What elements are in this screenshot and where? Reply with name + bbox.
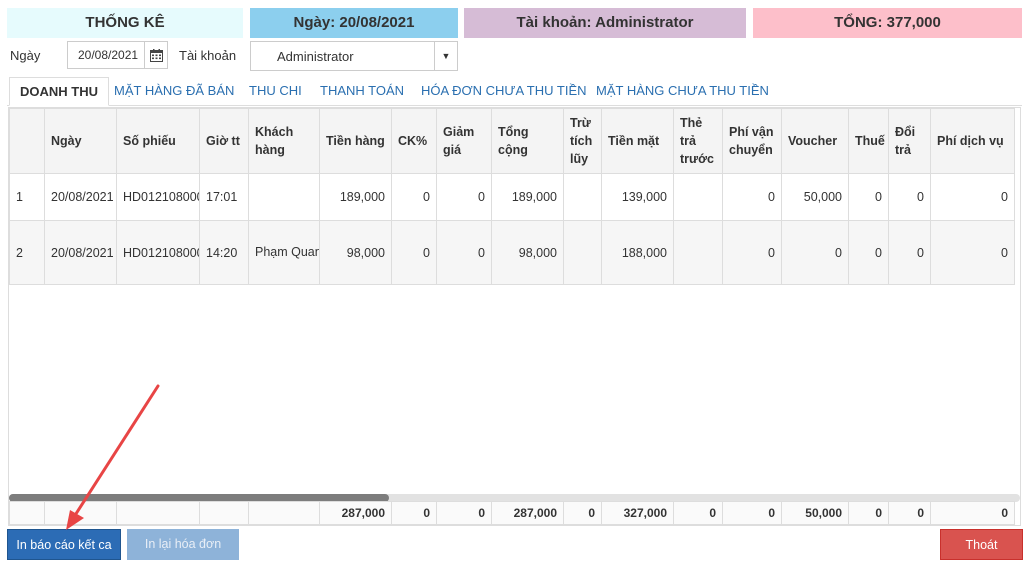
total-shipping-fee: 0 — [722, 501, 782, 525]
cell-index: 2 — [9, 220, 45, 285]
tab-mat-hang-chua-thu-tien[interactable]: MẶT HÀNG CHƯA THU TIỀN — [596, 77, 769, 105]
total-cell-date — [44, 501, 117, 525]
total-prepaid-card: 0 — [673, 501, 723, 525]
cell-date: 20/08/2021 — [44, 220, 117, 285]
cell-returns: 0 — [888, 220, 931, 285]
cell-tax: 0 — [848, 173, 889, 221]
cell-goods-amount: 189,000 — [319, 173, 392, 221]
total-points-deduct: 0 — [563, 501, 602, 525]
cell-date: 20/08/2021 — [44, 173, 117, 221]
revenue-table: Ngày Số phiếu Giờ tt Khách hàng Tiền hàn… — [9, 108, 1015, 285]
date-field[interactable]: 20/08/2021 — [67, 41, 168, 69]
column-header-index[interactable] — [9, 108, 45, 174]
cell-discount: 0 — [436, 173, 492, 221]
column-header-date[interactable]: Ngày — [44, 108, 117, 174]
title-banner: THỐNG KÊ — [7, 8, 243, 38]
cell-shipping-fee: 0 — [722, 220, 782, 285]
column-header-customer[interactable]: Khách hàng — [248, 108, 320, 174]
table-row[interactable]: 1 20/08/2021 HD012108000 17:01 189,000 0… — [9, 173, 1015, 221]
column-header-goods-amount[interactable]: Tiền hàng — [319, 108, 392, 174]
totals-row: 287,000 0 0 287,000 0 327,000 0 0 50,000… — [9, 501, 1015, 525]
tab-thanh-toan[interactable]: THANH TOÁN — [320, 77, 404, 105]
total-discount: 0 — [436, 501, 492, 525]
table-row[interactable]: 2 20/08/2021 HD012108000 14:20 Phạm Quan… — [9, 220, 1015, 285]
cell-total: 189,000 — [491, 173, 564, 221]
cell-customer: Phạm Quang Minh — [248, 220, 320, 285]
column-header-points-deduct[interactable]: Trừ tích lũy — [563, 108, 602, 174]
cell-invoice-no: HD012108000 — [116, 173, 200, 221]
column-header-prepaid-card[interactable]: Thẻ trả trước — [673, 108, 723, 174]
tab-thu-chi[interactable]: THU CHI — [249, 77, 302, 105]
cell-pay-time: 14:20 — [199, 220, 249, 285]
caret-down-icon[interactable]: ▼ — [434, 42, 457, 70]
column-header-discount-percent[interactable]: CK% — [391, 108, 437, 174]
account-banner: Tài khoản: Administrator — [464, 8, 746, 38]
cell-cash: 188,000 — [601, 220, 674, 285]
total-cell-index — [9, 501, 45, 525]
total-returns: 0 — [888, 501, 931, 525]
date-value: 20/08/2021 — [78, 48, 139, 62]
cell-discount: 0 — [436, 220, 492, 285]
total-cell-pay-time — [199, 501, 249, 525]
cell-service-fee: 0 — [930, 220, 1015, 285]
account-select[interactable]: Administrator ▼ — [250, 41, 458, 71]
date-label: Ngày — [10, 48, 41, 63]
cell-customer — [248, 173, 320, 221]
tab-mat-hang-da-ban[interactable]: MẶT HÀNG ĐÃ BÁN — [114, 77, 234, 105]
report-tabs: DOANH THU MẶT HÀNG ĐÃ BÁN THU CHI THANH … — [7, 77, 1022, 106]
cell-points-deduct — [563, 173, 602, 221]
date-banner: Ngày: 20/08/2021 — [250, 8, 458, 38]
cell-shipping-fee: 0 — [722, 173, 782, 221]
cell-discount-percent: 0 — [391, 220, 437, 285]
total-goods-amount: 287,000 — [319, 501, 392, 525]
tab-hoa-don-chua-thu-tien[interactable]: HÓA ĐƠN CHƯA THU TIỀN — [421, 77, 587, 105]
calendar-icon[interactable] — [144, 42, 167, 68]
total-voucher: 50,000 — [781, 501, 849, 525]
column-header-total[interactable]: Tổng cộng — [491, 108, 564, 174]
tab-doanh-thu[interactable]: DOANH THU — [9, 77, 109, 106]
cell-prepaid-card — [673, 220, 723, 285]
column-header-discount[interactable]: Giảm giá — [436, 108, 492, 174]
account-select-value: Administrator — [277, 49, 354, 64]
cell-service-fee: 0 — [930, 173, 1015, 221]
cell-tax: 0 — [848, 220, 889, 285]
total-cell-invoice-no — [116, 501, 200, 525]
column-header-pay-time[interactable]: Giờ tt — [199, 108, 249, 174]
column-header-service-fee[interactable]: Phí dịch vụ — [930, 108, 1015, 174]
column-header-invoice-no[interactable]: Số phiếu — [116, 108, 200, 174]
column-header-returns[interactable]: Đổi trả — [888, 108, 931, 174]
total-cash: 327,000 — [601, 501, 674, 525]
column-header-voucher[interactable]: Voucher — [781, 108, 849, 174]
revenue-grid: Ngày Số phiếu Giờ tt Khách hàng Tiền hàn… — [8, 107, 1021, 526]
cell-returns: 0 — [888, 173, 931, 221]
cell-goods-amount: 98,000 — [319, 220, 392, 285]
cell-total: 98,000 — [491, 220, 564, 285]
cell-points-deduct — [563, 220, 602, 285]
exit-button[interactable]: Thoát — [940, 529, 1023, 560]
column-header-cash[interactable]: Tiền mặt — [601, 108, 674, 174]
cell-voucher: 50,000 — [781, 173, 849, 221]
cell-prepaid-card — [673, 173, 723, 221]
total-cell-customer — [248, 501, 320, 525]
total-discount-percent: 0 — [391, 501, 437, 525]
total-total: 287,000 — [491, 501, 564, 525]
reprint-invoice-button[interactable]: In lại hóa đơn — [127, 529, 239, 560]
cell-voucher: 0 — [781, 220, 849, 285]
column-header-shipping-fee[interactable]: Phí vận chuyển — [722, 108, 782, 174]
cell-pay-time: 17:01 — [199, 173, 249, 221]
total-tax: 0 — [848, 501, 889, 525]
cell-cash: 139,000 — [601, 173, 674, 221]
column-header-tax[interactable]: Thuế — [848, 108, 889, 174]
cell-index: 1 — [9, 173, 45, 221]
table-header-row: Ngày Số phiếu Giờ tt Khách hàng Tiền hàn… — [9, 108, 1015, 174]
total-service-fee: 0 — [930, 501, 1015, 525]
account-label: Tài khoản — [179, 48, 237, 63]
cell-invoice-no: HD012108000 — [116, 220, 200, 285]
cell-discount-percent: 0 — [391, 173, 437, 221]
print-shift-report-button[interactable]: In báo cáo kết ca — [7, 529, 121, 560]
total-banner: TỔNG: 377,000 — [753, 8, 1022, 38]
